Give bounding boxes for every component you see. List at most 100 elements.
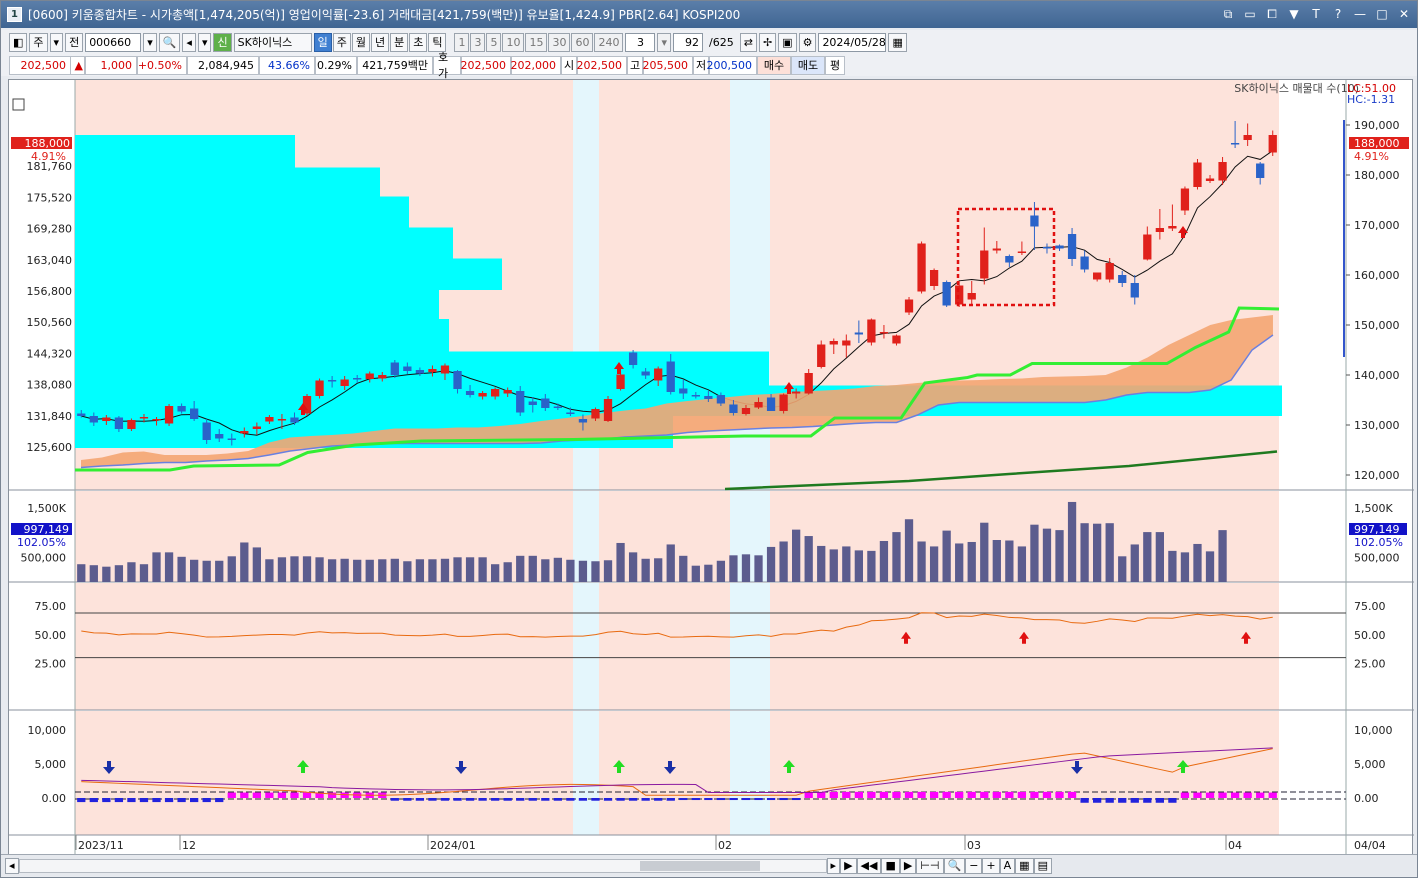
period-tab-3[interactable]: 년 [370,32,390,52]
volume-bar [340,558,349,582]
volume-bar [729,555,738,582]
code-dropdown-icon[interactable]: ▾ [143,32,157,52]
volume-bar [867,550,876,582]
volume-profile-bar-6 [75,319,449,352]
scroll-left-icon[interactable]: ◂ [5,857,19,874]
scrollbar-track[interactable] [18,858,827,873]
candle-body [904,299,914,313]
count-input[interactable]: 92 [673,32,704,52]
macd-histogram-bar [591,798,600,801]
search-icon[interactable]: 🔍 [158,32,181,52]
macd-histogram-bar [227,792,236,798]
price-right-tick: 140,000 [1354,369,1400,382]
price-left-tick: 131,840 [27,410,73,423]
window-number-icon[interactable]: 1 [7,7,22,22]
speed-slider-icon[interactable]: ⊢⊣ [916,857,944,874]
scrollbar-thumb[interactable] [639,860,760,871]
period-tab-0[interactable]: 일 [313,32,332,52]
macd-left-tick: 0.00 [42,792,67,805]
layout-icon[interactable]: ◧ [9,32,28,52]
macd-histogram-bar [867,791,876,798]
interval-tabs: 1 3 5 10 15 30 60 240 [454,32,624,52]
zoom-in-icon[interactable]: + [982,857,1000,874]
play-icon[interactable]: ▶ [840,857,857,874]
maximize-icon[interactable]: □ [1373,5,1391,23]
text-tool-icon[interactable]: A [999,857,1016,874]
macd-histogram-bar [215,798,224,803]
candle-body [591,409,600,419]
rewind-icon[interactable]: ◀◀ [856,857,882,874]
candle-body [290,417,299,423]
interval-tab-15[interactable]: 15 [525,32,548,52]
interval-input[interactable]: 3 [625,32,656,52]
macd-histogram-bar [1168,798,1177,803]
scroll-right-icon[interactable]: ▸ [826,857,841,874]
volume-left-tick: 1,500K [27,502,66,515]
period-type-select[interactable]: 주 [29,32,48,52]
interval-tab-60[interactable]: 60 [571,32,594,52]
save-icon[interactable]: ▣ [778,32,797,52]
all-button[interactable]: 전 [65,32,84,52]
macd-histogram-bar [829,791,838,798]
restore-box-icon[interactable]: ⧠ [1263,5,1281,23]
title-controls: ⧉ ▭ ⧠ ▼ T ? — □ ✕ [1219,5,1413,23]
zoom-out-icon[interactable]: − [965,857,983,874]
candle-body [929,270,939,286]
minimize-icon[interactable]: — [1351,5,1369,23]
volume-bar [792,529,801,582]
font-icon[interactable]: T [1307,5,1325,23]
macd-histogram-bar [666,798,675,801]
pin-icon[interactable]: ▼ [1285,5,1303,23]
interval-tab-30[interactable]: 30 [548,32,571,52]
stock-name-field[interactable]: SK하이닉스 [233,32,312,52]
table-tool-icon[interactable]: ▤ [1033,857,1052,874]
interval-tab-5[interactable]: 5 [486,32,502,52]
interval-tab-1[interactable]: 1 [454,32,470,52]
rsi-left-tick: 75.00 [35,600,67,613]
zoom-icon[interactable]: 🔍 [943,857,966,874]
grid-tool-icon[interactable]: ▦ [1015,857,1034,874]
interval-tab-240[interactable]: 240 [594,32,624,52]
macd-histogram-bar [566,798,575,801]
macd-histogram-bar [114,798,124,803]
chart-svg[interactable]: 181,760175,520169,280163,040156,800150,5… [9,80,1414,856]
minimize-box-icon[interactable]: ▭ [1241,5,1259,23]
volume-bar [77,564,86,582]
buy-button[interactable]: 매수 [757,55,791,75]
flat-button[interactable]: 평 [825,55,845,75]
gear-icon[interactable]: ⚙ [798,32,817,52]
macd-histogram-bar [741,798,751,801]
candle-body [152,419,161,421]
forward-icon[interactable]: ▶ [899,857,917,874]
period-tab-4[interactable]: 분 [390,32,409,52]
volume-bar [854,550,863,582]
help-icon[interactable]: ? [1329,5,1347,23]
period-tab-2[interactable]: 월 [351,32,370,52]
candle-body [277,419,287,421]
candle-body [528,401,537,405]
speaker-dropdown-icon[interactable]: ▾ [197,32,212,52]
link-icon[interactable]: ⧉ [1219,5,1237,23]
sell-button[interactable]: 매도 [791,55,825,75]
interval-tab-3[interactable]: 3 [470,32,486,52]
macd-histogram-bar [403,798,412,801]
candle-body [127,420,136,429]
sync-icon[interactable]: ⇄ [739,32,757,52]
volume-bar [139,564,149,582]
interval-tab-10[interactable]: 10 [502,32,525,52]
calendar-icon[interactable]: ▦ [888,32,907,52]
close-icon[interactable]: ✕ [1395,5,1413,23]
stop-icon[interactable]: ■ [881,857,900,874]
macd-left-tick: 10,000 [28,724,67,737]
period-type-dropdown-icon[interactable]: ▾ [49,32,64,52]
crosshair-icon[interactable]: ✢ [758,32,777,52]
interval-dropdown-icon[interactable]: ▾ [657,32,672,52]
chart-area[interactable]: 181,760 175,520 169,280 163,040 156,800 150,5… [8,79,1414,856]
period-tab-5[interactable]: 초 [409,32,428,52]
date-input[interactable]: 2024/05/28 [818,32,887,52]
volume-bar [1218,530,1227,582]
macd-histogram-bar [1093,798,1102,803]
stock-code-input[interactable]: 000660 [85,32,142,52]
period-tab-1[interactable]: 주 [332,32,351,52]
speaker-icon[interactable]: ◂ [182,32,196,52]
